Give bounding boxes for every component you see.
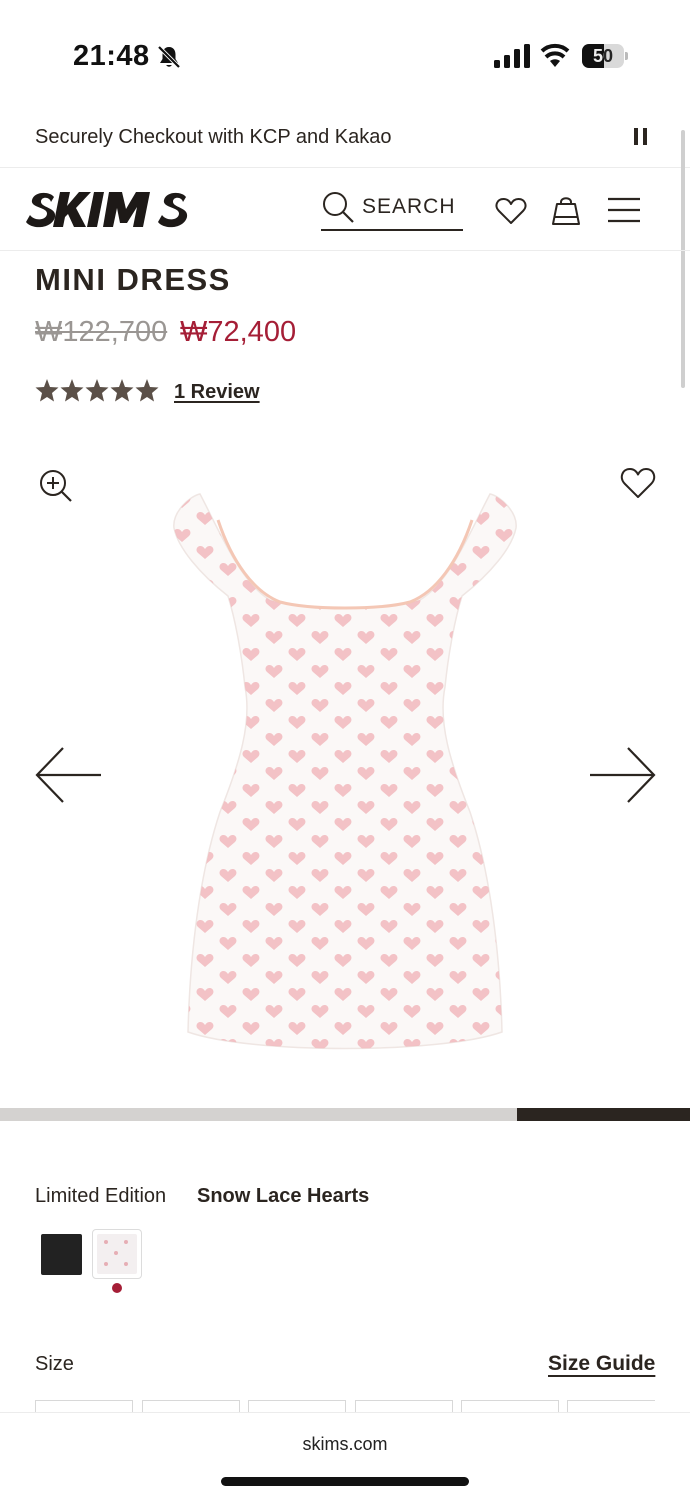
signal-icon [494,44,530,68]
color-swatch-black[interactable] [41,1234,82,1275]
search-button[interactable]: SEARCH [321,188,463,231]
gallery-progress-indicator [517,1108,690,1121]
zoom-in-icon[interactable] [38,468,74,504]
star-icon [85,379,109,402]
wifi-icon [540,43,570,67]
gallery-progress-bar [0,1108,690,1121]
rating-stars [35,379,159,402]
product-title: MINI DRESS [35,262,231,297]
battery-icon: 50 [582,44,628,68]
color-edition-label: Limited Edition [35,1185,167,1207]
size-guide-link[interactable]: Size Guide [548,1352,655,1376]
product-image [173,493,517,1050]
skims-logo[interactable] [26,187,194,231]
size-label: Size [35,1353,74,1375]
star-icon [110,379,134,402]
browser-address-bar[interactable] [0,1412,690,1500]
reviews-link[interactable]: 1 Review [174,381,260,404]
star-icon [35,379,59,402]
status-bar: 21:48 50 [0,0,690,100]
star-icon [60,379,84,402]
wishlist-heart-icon[interactable] [495,196,527,226]
selected-color-name: Snow Lace Hearts [197,1185,370,1207]
announcement-text: Securely Checkout with KCP and Kakao [35,126,392,148]
color-swatch-snow-lace-hearts[interactable] [92,1229,142,1279]
selected-swatch-indicator [112,1283,122,1293]
search-icon [323,192,354,223]
battery-level: 50 [592,46,614,66]
announcement-bar: Securely Checkout with KCP and Kakao [0,108,690,168]
status-time: 21:48 [73,40,150,72]
menu-icon[interactable] [607,196,641,224]
home-indicator[interactable] [221,1477,469,1486]
star-icon [135,379,159,402]
arrow-left-icon[interactable] [35,746,103,804]
original-price: ₩122,700 [35,316,168,348]
favorite-heart-icon[interactable] [620,466,656,500]
shopping-bag-icon[interactable] [550,194,582,226]
search-label: SEARCH [362,195,456,218]
url-text[interactable]: skims.com [0,1434,690,1455]
arrow-right-icon[interactable] [588,746,656,804]
sale-price: ₩72,400 [180,316,297,348]
pause-icon[interactable] [634,128,650,146]
bell-slash-icon [157,45,181,69]
